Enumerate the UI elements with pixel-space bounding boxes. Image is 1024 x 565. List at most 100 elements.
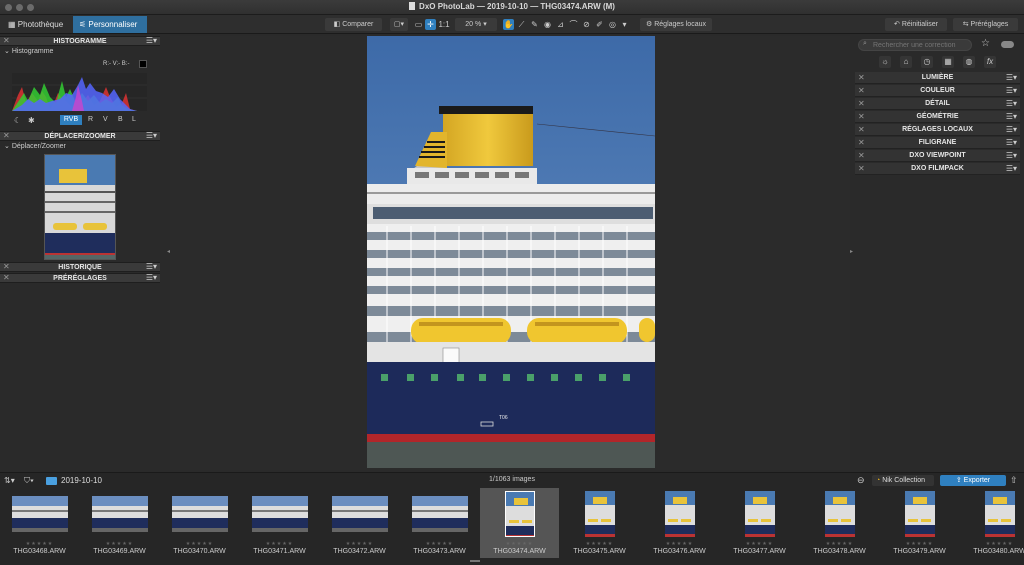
local-adjust-button[interactable]: ⚙ Réglages locaux [640,18,712,31]
channel-b[interactable]: B [118,116,123,123]
panel-menu-icon[interactable]: ☰▾ [1006,164,1017,173]
filmstrip-thumb[interactable]: ★★★★★ THG03478.ARW [800,488,879,558]
section-geometrie[interactable]: ✕ GÉOMÉTRIE ☰▾ [855,111,1020,123]
panel-menu-icon[interactable]: ☰▾ [146,262,157,271]
filmstrip-thumb[interactable]: ★★★★★ THG03476.ARW [640,488,719,558]
filmstrip: ★★★★★ THG03468.ARW ★★★★★ THG03469.ARW ★★★★★ T… [0,488,1024,565]
repair-icon[interactable]: ⊘ [581,19,592,30]
section-lumiere[interactable]: ✕ LUMIÈRE ☰▾ [855,72,1020,84]
panel-menu-icon[interactable]: ☰▾ [1006,112,1017,121]
panel-menu-icon[interactable]: ☰▾ [1006,125,1017,134]
channel-rvb[interactable]: RVB [60,115,82,125]
reset-button[interactable]: ↶ Réinitialiser [885,18,947,31]
move-zoom-header[interactable]: ✕ DÉPLACER/ZOOMER ☰▾ [0,131,160,141]
filmstrip-thumb[interactable]: ★★★★★ THG03469.ARW [80,488,159,558]
layout-button[interactable]: ▢▾ [390,18,408,31]
straighten-icon[interactable]: ⟋ [516,19,527,30]
light-icon[interactable]: ☼ [879,56,891,68]
thumb-filename: THG03471.ARW [253,548,306,555]
filmstrip-thumb[interactable]: ★★★★★ THG03472.ARW [320,488,399,558]
presets-header[interactable]: ✕ PRÉRÉGLAGES ☰▾ [0,273,160,283]
share-icon[interactable]: ⇧ [1010,475,1018,486]
panel-menu-icon[interactable]: ☰▾ [146,36,157,45]
tab-phototheque[interactable]: ▦ Photothèque [2,16,69,33]
eyedropper-icon[interactable]: ✎ [529,19,540,30]
panel-menu-icon[interactable]: ☰▾ [146,273,157,282]
channel-v[interactable]: V [103,116,108,123]
rating-stars[interactable]: ★★★★★ [480,541,559,547]
panel-menu-icon[interactable]: ☰▾ [1006,99,1017,108]
compare-button[interactable]: ◧ Comparer [325,18,382,31]
move-zoom-subheader[interactable]: ⌄ Déplacer/Zoomer [0,142,160,152]
hand-tool-icon[interactable]: ✋ [503,19,514,30]
strip-resize-handle[interactable] [470,560,480,562]
filmstrip-thumb[interactable]: ★★★★★ THG03475.ARW [560,488,639,558]
horizon-icon[interactable]: ⌒ [568,19,579,30]
presets-button[interactable]: ⇆ Préréglages [953,18,1018,31]
filmstrip-thumb[interactable]: ★★★★★ THG03470.ARW [160,488,239,558]
history-header[interactable]: ✕ HISTORIQUE ☰▾ [0,262,160,272]
nik-collection-button[interactable]: ◔ Nik Collection [872,475,934,486]
filmstrip-thumb[interactable]: ★★★★★ THG03479.ARW [880,488,959,558]
color-icon[interactable]: ⌂ [900,56,912,68]
fx-icon[interactable]: fx [984,56,996,68]
geometry-icon[interactable]: ▦ [942,56,954,68]
redeye-icon[interactable]: ◉ [542,19,553,30]
section-filmpack[interactable]: ✕ DXO FILMPACK ☰▾ [855,163,1020,175]
histogram-header[interactable]: ✕ HISTOGRAMME ☰▾ [0,36,160,46]
moon-icon[interactable]: ☾ [14,116,21,125]
rating-stars[interactable]: ★★★★★ [0,541,79,547]
rating-stars[interactable]: ★★★★★ [960,541,1024,547]
section-viewpoint[interactable]: ✕ DXO VIEWPOINT ☰▾ [855,150,1020,162]
eye-icon[interactable]: ◎ [607,19,618,30]
histogram-subheader[interactable]: ⌄ Histogramme [0,47,160,57]
rating-stars[interactable]: ★★★★★ [880,541,959,547]
panel-menu-icon[interactable]: ☰▾ [1006,151,1017,160]
panel-menu-icon[interactable]: ☰▾ [1006,86,1017,95]
filmstrip-thumb[interactable]: ★★★★★ THG03471.ARW [240,488,319,558]
sun-icon[interactable]: ✱ [28,116,35,125]
section-filigrane[interactable]: ✕ FILIGRANE ☰▾ [855,137,1020,149]
export-button[interactable]: ⇪ Exporter [940,475,1006,486]
navigator [0,152,160,260]
rating-stars[interactable]: ★★★★★ [240,541,319,547]
section-reglages-locaux[interactable]: ✕ RÉGLAGES LOCAUX ☰▾ [855,124,1020,136]
rating-stars[interactable]: ★★★★★ [160,541,239,547]
panel-menu-icon[interactable]: ☰▾ [1006,138,1017,147]
rating-stars[interactable]: ★★★★★ [400,541,479,547]
rating-stars[interactable]: ★★★★★ [800,541,879,547]
channel-l[interactable]: L [132,116,136,123]
panel-menu-icon[interactable]: ☰▾ [1006,73,1017,82]
rating-stars[interactable]: ★★★★★ [320,541,399,547]
star-icon[interactable]: ☆ [981,38,990,49]
section-detail[interactable]: ✕ DÉTAIL ☰▾ [855,98,1020,110]
rating-stars[interactable]: ★★★★★ [720,541,799,547]
filmstrip-thumb[interactable]: ★★★★★ THG03477.ARW [720,488,799,558]
local-icon[interactable]: ◍ [963,56,975,68]
filmstrip-thumb[interactable]: ★★★★★ THG03473.ARW [400,488,479,558]
main-photo[interactable]: T06 [367,36,655,468]
fit-icon[interactable]: ✛ [425,19,436,30]
filmstrip-thumb[interactable]: ★★★★★ THG03474.ARW [480,488,559,558]
view-options-icon[interactable]: ▾ [619,19,630,30]
filmstrip-thumb[interactable]: ★★★★★ THG03480.ARW [960,488,1024,558]
crop-icon[interactable]: ▭ [413,19,424,30]
rating-stars[interactable]: ★★★★★ [560,541,639,547]
filmstrip-thumb[interactable]: ★★★★★ THG03468.ARW [0,488,79,558]
section-couleur[interactable]: ✕ COULEUR ☰▾ [855,85,1020,97]
zoom-level-select[interactable]: 20 % ▾ [455,18,497,31]
channel-r[interactable]: R [88,116,93,123]
collapse-right-icon[interactable]: ▸ [850,248,853,255]
detail-icon[interactable]: ◷ [921,56,933,68]
zoom-1to1-button[interactable]: 1:1 [437,19,451,30]
rating-stars[interactable]: ★★★★★ [640,541,719,547]
correction-search-input[interactable] [858,39,972,51]
toggle-switch[interactable] [1001,41,1014,48]
panel-menu-icon[interactable]: ☰▾ [146,131,157,140]
brush-icon[interactable]: ✐ [594,19,605,30]
tab-personnaliser[interactable]: ⚟ Personnaliser [73,16,147,33]
rating-stars[interactable]: ★★★★★ [80,541,159,547]
sync-icon[interactable]: ⊖ [857,475,865,486]
perspective-icon[interactable]: ⊿ [555,19,566,30]
navigator-preview[interactable] [44,154,116,260]
